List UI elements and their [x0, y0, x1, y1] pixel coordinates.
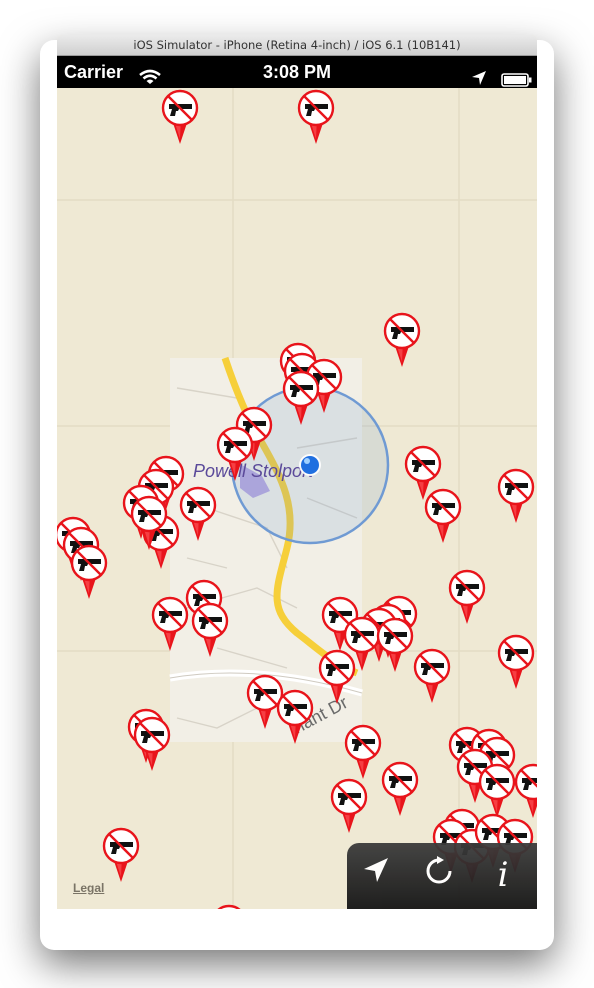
- no-guns-pin[interactable]: [448, 569, 486, 625]
- place-label: Powell Stolport: [193, 461, 314, 481]
- no-guns-pin[interactable]: [70, 544, 108, 600]
- no-guns-pin[interactable]: [424, 488, 462, 544]
- no-guns-pin[interactable]: [497, 634, 535, 690]
- map-canvas[interactable]: Powell Stolport nant Dr: [57, 88, 537, 909]
- no-guns-pin[interactable]: [514, 763, 537, 819]
- simulator-window: iOS Simulator - iPhone (Retina 4-inch) /…: [57, 35, 537, 909]
- no-guns-pin[interactable]: [161, 89, 199, 145]
- map-toolbar: i: [347, 843, 537, 909]
- no-guns-pin[interactable]: [376, 617, 414, 673]
- status-bar: Carrier 3:08 PM: [57, 56, 537, 88]
- status-time: 3:08 PM: [262, 62, 332, 82]
- map-view[interactable]: Powell Stolport nant Dr Legal i: [57, 88, 537, 909]
- no-guns-pin[interactable]: [497, 468, 535, 524]
- no-guns-pin[interactable]: [297, 89, 335, 145]
- no-guns-pin[interactable]: [102, 827, 140, 883]
- info-button[interactable]: i: [483, 855, 523, 895]
- no-guns-pin[interactable]: [330, 778, 368, 834]
- legal-link[interactable]: Legal: [73, 881, 104, 895]
- window-title: iOS Simulator - iPhone (Retina 4-inch) /…: [57, 35, 537, 56]
- user-location-dot: [301, 456, 319, 474]
- no-guns-pin[interactable]: [344, 724, 382, 780]
- no-guns-pin[interactable]: [381, 761, 419, 817]
- no-guns-pin[interactable]: [210, 904, 248, 909]
- refresh-icon[interactable]: [423, 855, 463, 895]
- no-guns-pin[interactable]: [478, 763, 516, 819]
- no-guns-pin[interactable]: [133, 716, 171, 772]
- no-guns-pin[interactable]: [383, 312, 421, 368]
- location-arrow-icon[interactable]: [361, 855, 401, 895]
- no-guns-pin[interactable]: [413, 648, 451, 704]
